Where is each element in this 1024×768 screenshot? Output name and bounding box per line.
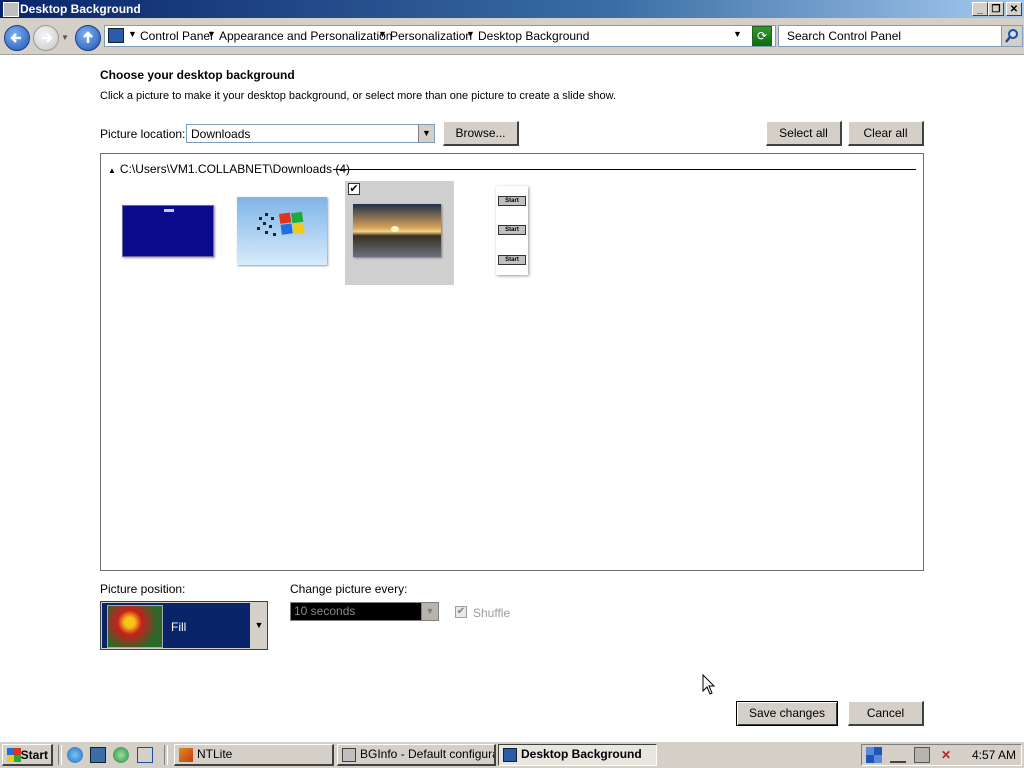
switch-windows-icon[interactable] — [137, 747, 153, 763]
ntlite-tray-icon[interactable] — [890, 747, 906, 763]
search-button[interactable] — [1001, 25, 1023, 47]
sunset-image — [353, 204, 441, 257]
clock[interactable]: 4:57 AM — [972, 748, 1016, 762]
picture-location-value: Downloads — [191, 127, 251, 141]
picture-location-label: Picture location: — [100, 127, 186, 141]
taskbar-item-label: Desktop Background — [521, 747, 642, 761]
taskbar-item-label: NTLite — [197, 747, 233, 761]
chevron-down-icon[interactable]: ▼ — [421, 603, 438, 620]
start-button-image: Start — [498, 225, 526, 235]
title-bar[interactable] — [0, 0, 1024, 18]
shuffle-label: Shuffle — [473, 606, 511, 620]
taskbar-item-label: BGInfo - Default configura... — [360, 747, 496, 761]
taskbar-item-bginfo[interactable]: BGInfo - Default configura... — [337, 744, 496, 766]
window-icon — [3, 2, 19, 17]
up-button[interactable] — [75, 25, 101, 51]
forward-button[interactable] — [33, 25, 59, 51]
browse-button[interactable]: Browse... — [443, 121, 519, 146]
breadcrumb-desktop-background[interactable]: Desktop Background — [478, 29, 589, 43]
shuffle-checkbox[interactable]: ✔ — [455, 606, 467, 618]
media-player-icon[interactable] — [113, 747, 129, 763]
windows-flag-icon — [257, 211, 305, 236]
breadcrumb-personalization[interactable]: Personalization — [390, 29, 472, 43]
chevron-down-icon[interactable]: ▼ — [418, 125, 434, 142]
desktop-background-icon — [503, 748, 517, 762]
start-button[interactable]: Start — [2, 744, 53, 766]
save-changes-button[interactable]: Save changes — [736, 701, 838, 726]
restore-button[interactable]: ❐ — [988, 2, 1004, 16]
select-all-button[interactable]: Select all — [766, 121, 842, 146]
picture-location-select[interactable]: Downloads ▼ — [186, 124, 435, 143]
recent-pages-chevron-icon[interactable]: ▼ — [61, 33, 69, 42]
volume-muted-icon[interactable]: ✕ — [938, 747, 954, 763]
ntlite-icon — [179, 748, 193, 762]
thumbnail-windows-logo[interactable] — [237, 197, 327, 265]
start-button-image: Start — [498, 255, 526, 265]
page-description: Click a picture to make it your desktop … — [100, 90, 617, 102]
folder-group-path: C:\Users\VM1.COLLABNET\Downloads (4) — [119, 162, 350, 176]
chevron-down-icon[interactable]: ▼ — [252, 603, 266, 648]
forward-arrow-icon — [42, 33, 53, 43]
taskbar-item-desktop-background[interactable]: Desktop Background — [498, 744, 657, 766]
taskbar-item-ntlite[interactable]: NTLite — [174, 744, 334, 766]
cancel-button[interactable]: Cancel — [848, 701, 924, 726]
page-title: Choose your desktop background — [100, 68, 295, 82]
network-icon[interactable] — [914, 747, 930, 763]
thumbnail-blue-screen[interactable] — [122, 205, 214, 257]
breadcrumb-control-panel[interactable]: Control Panel — [140, 29, 213, 43]
mouse-cursor-icon — [702, 674, 716, 695]
thumbnail-sunset-lake-selected[interactable]: ✔ — [345, 181, 454, 285]
sun-shape — [391, 226, 399, 232]
breadcrumb-chevron-icon[interactable]: ▼ — [378, 29, 387, 39]
search-input[interactable]: Search Control Panel — [778, 25, 1002, 47]
windows-logo-icon — [7, 748, 21, 762]
start-label: Start — [20, 748, 48, 762]
back-button[interactable] — [4, 25, 30, 51]
breadcrumb-chevron-icon[interactable]: ▼ — [207, 29, 216, 39]
back-arrow-icon — [10, 33, 21, 43]
breadcrumb-appearance[interactable]: Appearance and Personalization — [219, 29, 392, 43]
bginfo-icon — [342, 748, 356, 762]
group-divider — [333, 169, 916, 170]
clear-all-button[interactable]: Clear all — [848, 121, 924, 146]
up-arrow-icon — [83, 31, 93, 43]
taskbar-separator — [164, 745, 168, 765]
picture-position-label: Picture position: — [100, 582, 186, 596]
tray-app-icon[interactable] — [866, 747, 882, 763]
breadcrumb-root-chevron-icon[interactable]: ▼ — [128, 29, 137, 39]
minimize-button[interactable]: _ — [972, 2, 988, 16]
picture-position-value: Fill — [171, 620, 187, 634]
window-title: Desktop Background — [20, 2, 141, 16]
search-icon — [1005, 29, 1018, 43]
thumbnail-checkbox[interactable]: ✔ — [348, 183, 360, 195]
folder-group-header[interactable]: ▲ C:\Users\VM1.COLLABNET\Downloads (4) — [108, 162, 350, 176]
thumbnail-start-buttons[interactable]: Start Start Start — [496, 186, 528, 275]
refresh-button[interactable]: ⟳ — [752, 26, 772, 46]
address-history-chevron-icon[interactable]: ▼ — [733, 29, 742, 39]
refresh-icon: ⟳ — [756, 29, 768, 43]
show-desktop-icon[interactable] — [90, 747, 106, 763]
collapse-icon[interactable]: ▲ — [108, 166, 116, 175]
start-button-image: Start — [498, 196, 526, 206]
internet-explorer-icon[interactable] — [67, 747, 83, 763]
change-picture-select[interactable]: 10 seconds — [290, 602, 439, 621]
close-button[interactable]: ✕ — [1006, 2, 1022, 16]
breadcrumb-chevron-icon[interactable]: ▼ — [466, 29, 475, 39]
flower-preview-icon — [107, 605, 163, 648]
taskbar-separator — [58, 745, 62, 765]
change-picture-label: Change picture every: — [290, 582, 408, 596]
control-panel-icon — [108, 28, 124, 43]
thumbnail-text-mark — [164, 209, 174, 212]
